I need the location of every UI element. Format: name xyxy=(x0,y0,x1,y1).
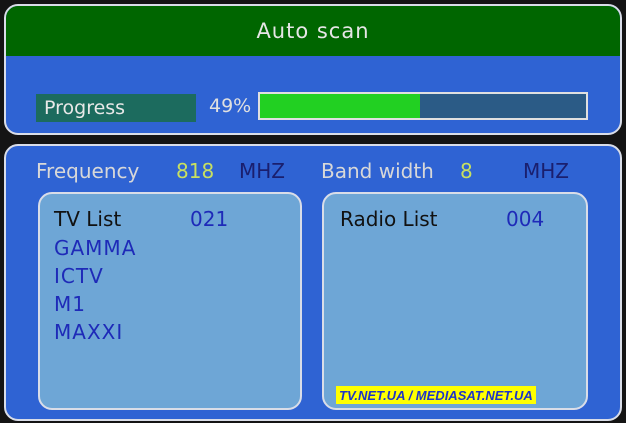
screen-title: Auto scan xyxy=(6,6,620,56)
frequency-value: 818 xyxy=(176,159,215,183)
bandwidth-value: 8 xyxy=(460,159,473,183)
progress-label: Progress xyxy=(36,94,196,122)
tv-list-title: TV List xyxy=(54,207,122,231)
scan-results-panel: Frequency 818 MHZ Band width 8 MHZ TV Li… xyxy=(4,144,622,421)
progress-percent: 49% xyxy=(209,95,252,117)
tv-list-box: TV List 021 GAMMA ICTV M1 MAXXI xyxy=(38,192,302,410)
frequency-unit: MHZ xyxy=(239,159,285,183)
tv-list-count: 021 xyxy=(190,207,229,231)
radio-list-box: Radio List 004 xyxy=(322,192,588,410)
radio-list-title: Radio List xyxy=(340,207,438,231)
tv-channel-item[interactable]: ICTV xyxy=(54,262,136,290)
tv-channel-item[interactable]: MAXXI xyxy=(54,318,136,346)
watermark-label: TV.NET.UA / MEDIASAT.NET.UA xyxy=(336,386,536,404)
progress-bar xyxy=(258,92,588,120)
bandwidth-unit: MHZ xyxy=(523,159,569,183)
tv-channel-list: GAMMA ICTV M1 MAXXI xyxy=(54,234,136,346)
bandwidth-label: Band width xyxy=(321,159,434,183)
frequency-label: Frequency xyxy=(36,159,140,183)
tv-channel-item[interactable]: GAMMA xyxy=(54,234,136,262)
radio-list-count: 004 xyxy=(506,207,545,231)
tv-channel-item[interactable]: M1 xyxy=(54,290,136,318)
progress-bar-fill xyxy=(260,94,420,118)
